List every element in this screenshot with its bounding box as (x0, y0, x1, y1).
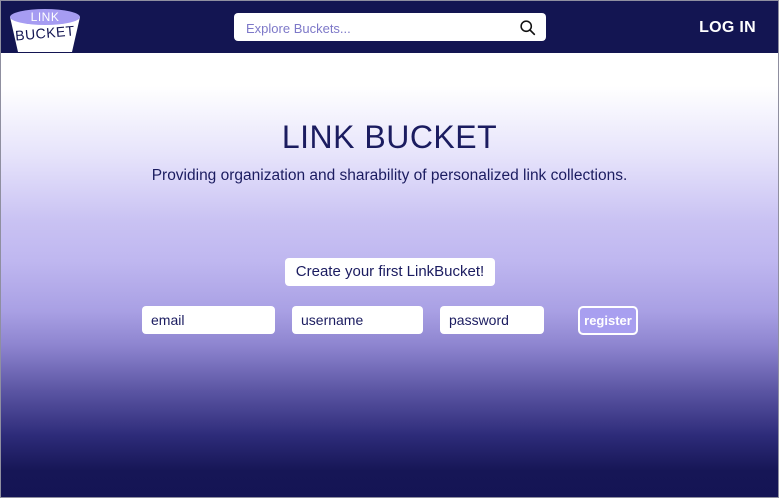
login-link[interactable]: LOG IN (699, 19, 756, 37)
search-icon[interactable] (519, 19, 536, 36)
search-input[interactable] (244, 17, 508, 39)
page-frame: LINK BUCKET LOG IN LINK BUCKET Providing… (0, 0, 779, 498)
register-button[interactable]: register (578, 306, 638, 335)
search-bar (234, 13, 546, 41)
signup-cta: Create your first LinkBucket! (285, 258, 495, 286)
email-field[interactable] (142, 306, 275, 334)
username-field[interactable] (292, 306, 423, 334)
password-field[interactable] (440, 306, 544, 334)
page-title: LINK BUCKET (281, 119, 498, 155)
page-subtitle: Providing organization and sharability o… (151, 167, 628, 184)
top-navbar: LINK BUCKET LOG IN (1, 1, 778, 53)
link-bucket-logo[interactable]: LINK BUCKET (8, 9, 82, 53)
